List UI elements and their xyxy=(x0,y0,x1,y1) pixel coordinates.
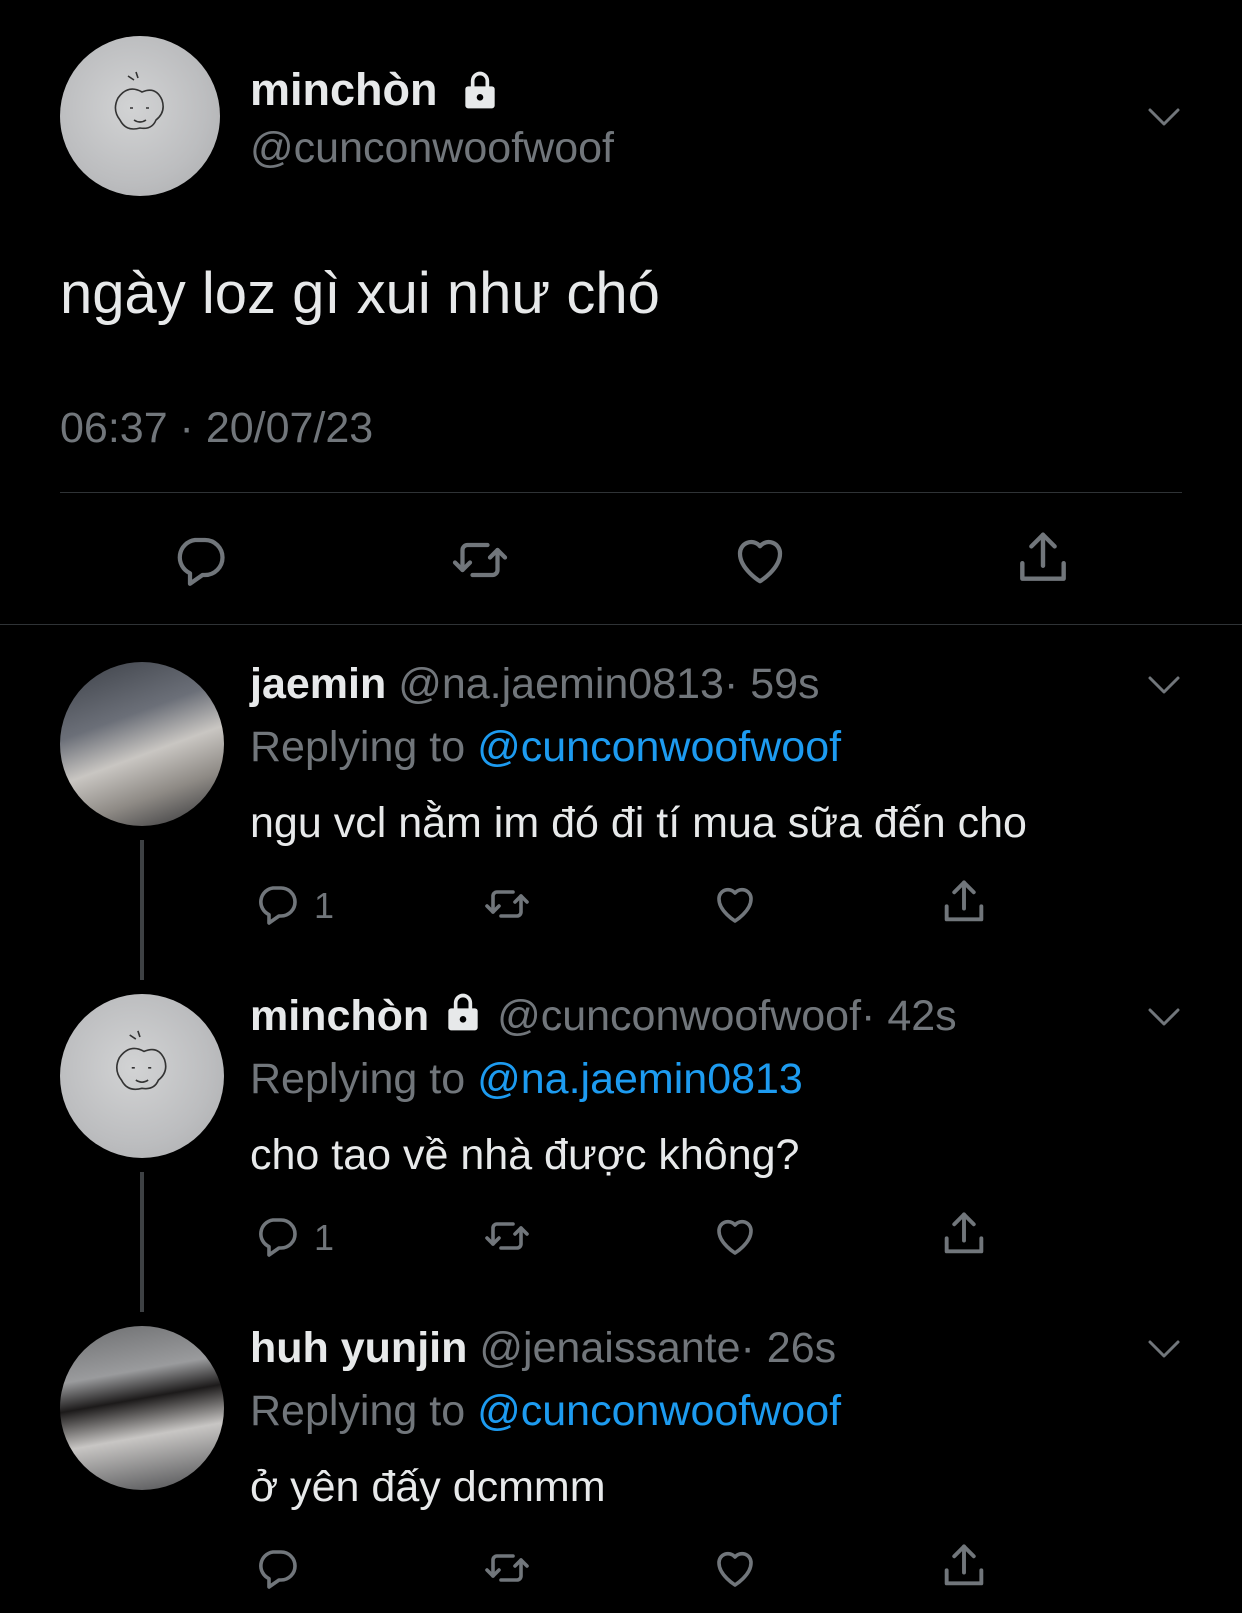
display-name[interactable]: minchòn xyxy=(250,992,429,1040)
reply-time[interactable]: · 26s xyxy=(741,1324,837,1372)
chevron-down-icon[interactable] xyxy=(1146,102,1182,130)
divider xyxy=(60,492,1182,493)
reply-text: ngu vcl nằm im đó đi tí mua sữa đến cho xyxy=(250,799,1027,847)
replying-to: Replying to @cunconwoofwoof xyxy=(250,720,841,774)
share-icon[interactable] xyxy=(938,876,990,928)
reply-header: huh yunjin @jenaissante· 26s xyxy=(250,1320,836,1376)
reply-icon[interactable] xyxy=(253,1544,301,1592)
reply-count: 1 xyxy=(314,885,335,926)
reply-text: ở yên đấy dcmmm xyxy=(250,1463,606,1511)
handle[interactable]: @jenaissante xyxy=(479,1324,740,1372)
retweet-icon[interactable] xyxy=(448,530,512,590)
replying-to-mention[interactable]: @na.jaemin0813 xyxy=(477,1055,803,1103)
reply-icon[interactable] xyxy=(253,880,301,928)
share-icon[interactable] xyxy=(1012,526,1074,590)
tweet-timestamp[interactable]: 06:37 · 20/07/23 xyxy=(60,403,373,453)
display-name[interactable]: jaemin xyxy=(250,660,386,708)
lock-icon xyxy=(458,68,502,112)
reply-header: jaemin @na.jaemin0813· 59s xyxy=(250,656,820,712)
like-icon[interactable] xyxy=(710,880,760,928)
section-divider xyxy=(0,624,1242,625)
display-name[interactable]: huh yunjin xyxy=(250,1324,467,1372)
reply-time[interactable]: · 59s xyxy=(724,660,820,708)
replying-to: Replying to @na.jaemin0813 xyxy=(250,1052,803,1106)
avatar[interactable] xyxy=(60,662,224,826)
reply-time[interactable]: · 42s xyxy=(861,992,957,1040)
like-icon[interactable] xyxy=(710,1212,760,1260)
reply-icon[interactable] xyxy=(253,1212,301,1260)
reply-icon[interactable] xyxy=(170,530,230,590)
retweet-icon[interactable] xyxy=(480,1212,534,1260)
like-icon[interactable] xyxy=(710,1544,760,1592)
retweet-icon[interactable] xyxy=(480,880,534,928)
replying-to-label: Replying to xyxy=(250,1387,466,1435)
reply-count: 1 xyxy=(314,1217,335,1258)
replying-to-mention[interactable]: @cunconwoofwoof xyxy=(477,1387,841,1435)
chevron-down-icon[interactable] xyxy=(1146,1002,1182,1030)
replying-to-label: Replying to xyxy=(250,723,466,771)
chevron-down-icon[interactable] xyxy=(1146,1334,1182,1362)
handle[interactable]: @na.jaemin0813 xyxy=(398,660,724,708)
avatar[interactable] xyxy=(60,36,220,196)
replying-to: Replying to @cunconwoofwoof xyxy=(250,1384,841,1438)
reply-text: cho tao về nhà được không? xyxy=(250,1131,800,1179)
replying-to-label: Replying to xyxy=(250,1055,466,1103)
avatar[interactable] xyxy=(60,994,224,1158)
share-icon[interactable] xyxy=(938,1540,990,1592)
lock-icon xyxy=(441,990,485,1034)
replying-to-mention[interactable]: @cunconwoofwoof xyxy=(477,723,841,771)
avatar[interactable] xyxy=(60,1326,224,1490)
display-name[interactable]: minchòn xyxy=(250,64,438,116)
retweet-icon[interactable] xyxy=(480,1544,534,1592)
thread-line xyxy=(140,840,144,980)
thread-line xyxy=(140,1172,144,1312)
like-icon[interactable] xyxy=(730,530,790,590)
handle[interactable]: @cunconwoofwoof xyxy=(250,123,614,173)
chevron-down-icon[interactable] xyxy=(1146,670,1182,698)
reply-header: minchòn @cunconwoofwoof· 42s xyxy=(250,988,957,1044)
tweet-text: ngày loz gì xui như chó xyxy=(60,261,660,326)
handle[interactable]: @cunconwoofwoof xyxy=(497,992,861,1040)
share-icon[interactable] xyxy=(938,1208,990,1260)
